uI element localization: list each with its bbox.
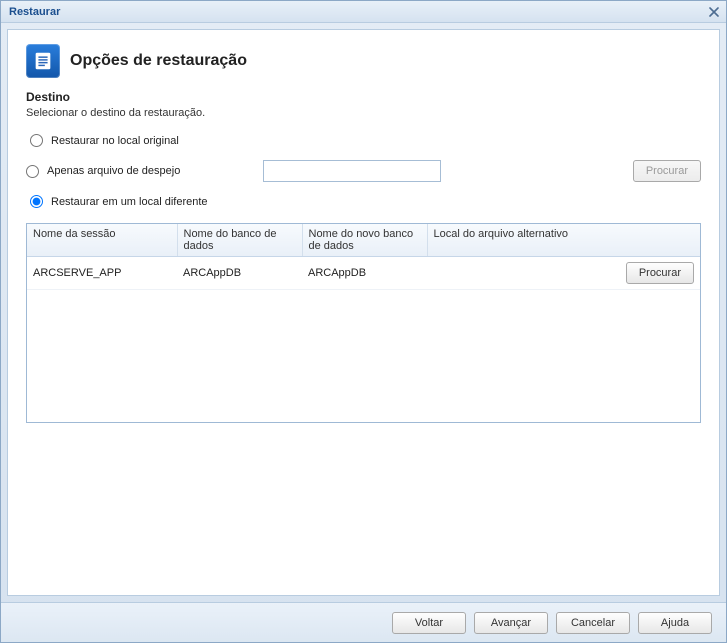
footer: Voltar Avançar Cancelar Ajuda	[1, 602, 726, 642]
radio-restore-original[interactable]: Restaurar no local original	[26, 134, 701, 147]
col-altloc[interactable]: Local do arquivo alternativo	[427, 224, 700, 257]
cell-newdb: ARCAppDB	[302, 257, 427, 290]
back-button[interactable]: Voltar	[392, 612, 466, 634]
table-header-row: Nome da sessão Nome do banco de dados No…	[27, 224, 700, 257]
help-button[interactable]: Ajuda	[638, 612, 712, 634]
cell-session: ARCSERVE_APP	[27, 257, 177, 290]
cancel-button[interactable]: Cancelar	[556, 612, 630, 634]
titlebar: Restaurar	[1, 1, 726, 23]
page-title: Opções de restauração	[70, 52, 247, 70]
table-row[interactable]: ARCSERVE_APPARCAppDBARCAppDBProcurar	[27, 257, 700, 290]
next-button[interactable]: Avançar	[474, 612, 548, 634]
radio-original-label: Restaurar no local original	[51, 135, 179, 147]
window-title: Restaurar	[9, 6, 60, 18]
radio-dump-file[interactable]: Apenas arquivo de despejo	[26, 165, 251, 178]
cell-altloc: Procurar	[427, 257, 700, 290]
close-icon[interactable]	[706, 4, 722, 20]
radio-different-input[interactable]	[30, 195, 43, 208]
col-session[interactable]: Nome da sessão	[27, 224, 177, 257]
restore-dialog: Restaurar Opções de restauração Destino …	[0, 0, 727, 643]
radio-original-input[interactable]	[30, 134, 43, 147]
section-description: Selecionar o destino da restauração.	[26, 107, 701, 119]
sessions-table: Nome da sessão Nome do banco de dados No…	[26, 223, 701, 423]
document-icon	[26, 44, 60, 78]
dump-browse-button[interactable]: Procurar	[633, 160, 701, 182]
dump-path-input[interactable]	[263, 160, 441, 182]
row-browse-button[interactable]: Procurar	[626, 262, 694, 284]
radio-dump-row: Apenas arquivo de despejo Procurar	[26, 160, 701, 182]
radio-different-label: Restaurar em um local diferente	[51, 196, 208, 208]
content-area: Opções de restauração Destino Selecionar…	[7, 29, 720, 596]
radio-dump-input[interactable]	[26, 165, 39, 178]
page-header: Opções de restauração	[26, 44, 701, 78]
radio-dump-label: Apenas arquivo de despejo	[47, 165, 180, 177]
section-title: Destino	[26, 90, 701, 104]
col-newdb[interactable]: Nome do novo banco de dados	[302, 224, 427, 257]
cell-db: ARCAppDB	[177, 257, 302, 290]
radio-restore-different[interactable]: Restaurar em um local diferente	[26, 195, 701, 208]
col-db[interactable]: Nome do banco de dados	[177, 224, 302, 257]
